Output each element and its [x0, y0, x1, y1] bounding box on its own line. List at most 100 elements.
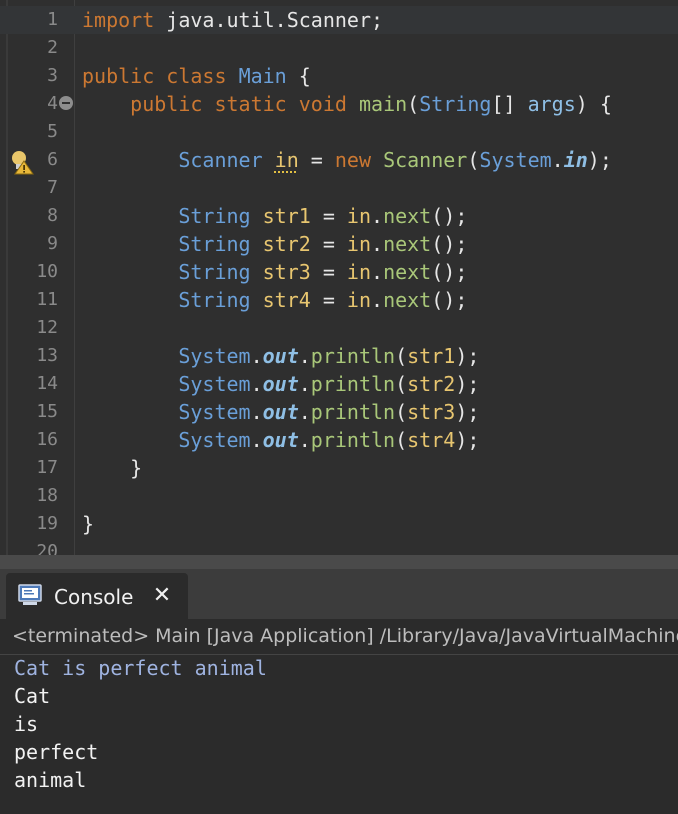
- code-token: .: [371, 288, 384, 312]
- line-number: 11: [36, 289, 58, 310]
- code-line[interactable]: 9 String str2 = in.next();: [0, 230, 678, 258]
- close-icon[interactable]: ✕: [152, 585, 172, 607]
- code-line[interactable]: 6 Scanner in = new Scanner(System.in);: [0, 146, 678, 174]
- line-number: 18: [36, 485, 58, 506]
- code-token: }: [82, 512, 95, 536]
- code-token: String: [178, 260, 251, 284]
- console-input-line: Cat is perfect animal: [14, 656, 267, 680]
- code-line[interactable]: 12: [0, 314, 678, 342]
- code-token: Scanner: [383, 148, 468, 172]
- code-line[interactable]: 2: [0, 34, 678, 62]
- code-token: );: [455, 400, 480, 424]
- code-token: =: [310, 204, 347, 228]
- code-line[interactable]: 8 String str1 = in.next();: [0, 202, 678, 230]
- fold-collapse-icon[interactable]: [59, 96, 73, 110]
- line-number: 8: [47, 205, 58, 226]
- code-line[interactable]: 16 System.out.println(str4);: [0, 426, 678, 454]
- code-line[interactable]: 10 String str3 = in.next();: [0, 258, 678, 286]
- code-line[interactable]: 5: [0, 118, 678, 146]
- line-number: 16: [36, 429, 58, 450]
- code-token: println: [310, 400, 396, 424]
- code-token: public: [130, 92, 203, 116]
- code-token: =: [310, 260, 347, 284]
- code-token: System: [178, 344, 251, 368]
- code-token: next: [383, 204, 432, 228]
- line-number: 4: [47, 93, 58, 114]
- code-token: String: [419, 92, 492, 116]
- code-token: System: [178, 372, 251, 396]
- code-token: .: [371, 204, 384, 228]
- code-text: System.out.println(str3);: [82, 398, 479, 426]
- code-token: .: [298, 428, 311, 452]
- code-token: System: [178, 428, 251, 452]
- code-token: []: [491, 92, 528, 116]
- code-line[interactable]: 13 System.out.println(str1);: [0, 342, 678, 370]
- code-token: str4: [262, 288, 311, 312]
- code-token: .: [250, 428, 263, 452]
- console-output[interactable]: <terminated> Main [Java Application] /Li…: [0, 619, 678, 814]
- code-line[interactable]: 20: [0, 538, 678, 555]
- code-token: String: [178, 288, 251, 312]
- code-token: in: [346, 204, 372, 228]
- code-text: public static void main(String[] args) {: [82, 90, 612, 118]
- code-token: args: [527, 92, 576, 116]
- code-token: in: [346, 260, 372, 284]
- code-line[interactable]: 17 }: [0, 454, 678, 482]
- warning-lightbulb-icon[interactable]: [10, 149, 34, 175]
- code-token: .: [250, 400, 263, 424]
- line-number: 5: [47, 121, 58, 142]
- code-token: in: [346, 232, 372, 256]
- line-number: 20: [36, 541, 58, 555]
- code-line[interactable]: 11 String str4 = in.next();: [0, 286, 678, 314]
- code-line[interactable]: 18: [0, 482, 678, 510]
- panel-separator[interactable]: [0, 555, 678, 569]
- code-text: public class Main {: [82, 62, 311, 90]
- code-token: class: [166, 64, 227, 88]
- line-number: 12: [36, 317, 58, 338]
- code-token: System: [479, 148, 552, 172]
- code-editor[interactable]: 1 import java.util.Scanner; 2 3 public class…: [0, 0, 678, 555]
- code-line[interactable]: 7: [0, 174, 678, 202]
- code-token: (: [395, 372, 408, 396]
- code-line[interactable]: 15 System.out.println(str3);: [0, 398, 678, 426]
- code-token: Scanner: [178, 148, 263, 172]
- code-token: .: [371, 260, 384, 284]
- console-output-line: perfect: [14, 740, 99, 764]
- code-line[interactable]: 3 public class Main {: [0, 62, 678, 90]
- code-token: println: [310, 344, 396, 368]
- code-line[interactable]: 19}: [0, 510, 678, 538]
- code-token: {: [286, 64, 311, 88]
- code-line[interactable]: 4 public static void main(String[] args)…: [0, 90, 678, 118]
- code-token: in: [563, 148, 588, 172]
- code-text: import java.util.Scanner;: [82, 6, 383, 34]
- code-text: }: [82, 510, 94, 538]
- code-token: String: [178, 232, 251, 256]
- code-token: static: [214, 92, 287, 116]
- code-token: .: [250, 372, 263, 396]
- code-token: out: [262, 400, 299, 424]
- code-token: main: [358, 92, 408, 116]
- code-line[interactable]: 14 System.out.println(str2);: [0, 370, 678, 398]
- code-token: =: [310, 288, 347, 312]
- code-token: public: [82, 64, 155, 88]
- code-token: =: [298, 148, 335, 172]
- line-number: 15: [36, 401, 58, 422]
- code-token: System: [178, 400, 251, 424]
- tab-console[interactable]: Console ✕: [6, 573, 188, 619]
- code-token: );: [455, 372, 480, 396]
- code-line[interactable]: 1 import java.util.Scanner;: [0, 6, 678, 34]
- line-number: 10: [36, 261, 58, 282]
- code-token: println: [310, 428, 396, 452]
- code-text: System.out.println(str1);: [82, 342, 479, 370]
- code-token: (: [395, 344, 408, 368]
